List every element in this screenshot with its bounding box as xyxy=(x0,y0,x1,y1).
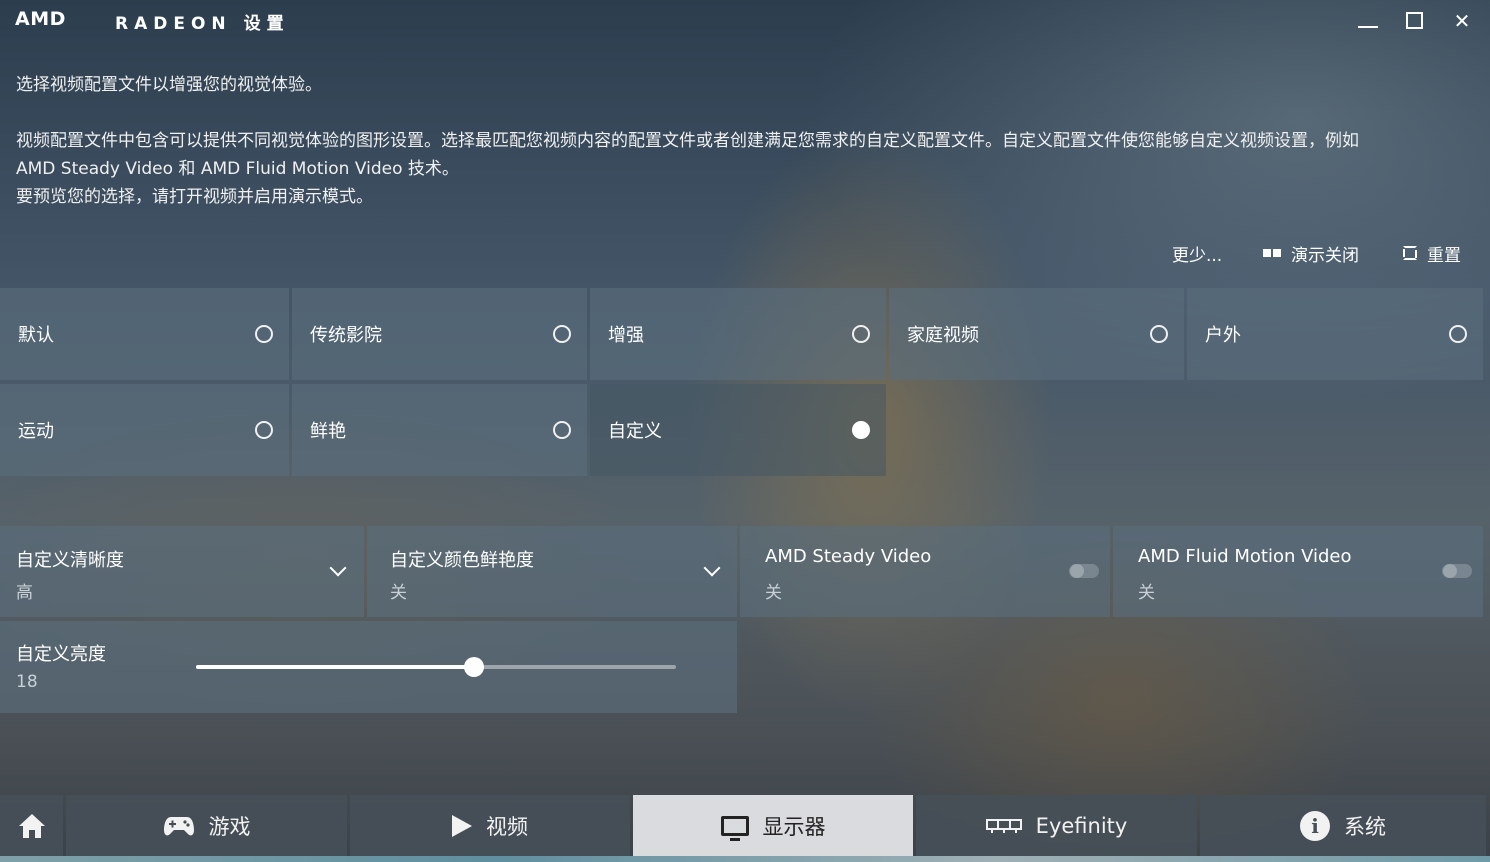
profile-outdoor[interactable]: 户外 xyxy=(1187,288,1483,380)
reset-icon xyxy=(1403,246,1417,260)
info-icon: i xyxy=(1300,811,1330,841)
radio-icon[interactable] xyxy=(553,421,571,439)
demo-mode-label: 演示关闭 xyxy=(1291,245,1359,266)
steady-video-value: 关 xyxy=(765,583,782,603)
description-preview-hint: 要预览您的选择，请打开视频并启用演示模式。 xyxy=(16,187,373,207)
radio-icon[interactable] xyxy=(553,325,571,343)
vividness-label: 自定义颜色鲜艳度 xyxy=(390,550,534,571)
profile-label: 户外 xyxy=(1205,325,1241,346)
profile-label: 运动 xyxy=(18,421,54,442)
home-button[interactable] xyxy=(0,795,63,857)
slider-thumb[interactable] xyxy=(464,657,485,677)
bottom-nav: 游戏 视频 显示器 Eyefinity i 系统 xyxy=(0,795,1490,857)
play-icon xyxy=(452,815,472,837)
profile-label: 增强 xyxy=(608,325,644,346)
brightness-slider[interactable] xyxy=(196,657,676,677)
nav-label: 视频 xyxy=(486,815,528,839)
fluid-motion-label: AMD Fluid Motion Video xyxy=(1138,546,1352,567)
amd-logo: AMD xyxy=(15,8,66,30)
profile-label: 自定义 xyxy=(608,421,662,442)
nav-label: Eyefinity xyxy=(1035,814,1128,838)
nav-label: 游戏 xyxy=(208,815,251,839)
radio-icon[interactable] xyxy=(255,421,273,439)
fluid-motion-toggle[interactable] xyxy=(1442,564,1472,578)
chevron-down-icon[interactable] xyxy=(329,559,347,577)
window-title: 设置 xyxy=(243,14,290,34)
title-bar[interactable]: AMD RADEON 设置 ✕ xyxy=(0,0,1490,42)
profile-label: 默认 xyxy=(18,325,54,346)
description-body: 视频配置文件中包含可以提供不同视觉体验的图形设置。选择最匹配您视频内容的配置文件… xyxy=(16,131,1359,151)
fluid-motion-setting: AMD Fluid Motion Video 关 xyxy=(1113,526,1483,617)
product-name: RADEON xyxy=(115,14,232,34)
monitor-icon xyxy=(720,816,749,841)
maximize-button[interactable] xyxy=(1399,6,1429,36)
reset-button[interactable]: 重置 xyxy=(1403,240,1461,266)
steady-video-toggle[interactable] xyxy=(1069,564,1099,578)
radio-icon[interactable] xyxy=(1150,325,1168,343)
nav-eyefinity[interactable]: Eyefinity xyxy=(916,795,1197,857)
home-icon xyxy=(18,814,45,838)
sharpness-dropdown[interactable]: 自定义清晰度 高 xyxy=(0,526,364,617)
demo-mode-icon xyxy=(1263,249,1281,257)
desktop-strip xyxy=(0,856,1490,862)
nav-gaming[interactable]: 游戏 xyxy=(66,795,347,857)
gamepad-icon xyxy=(163,817,194,836)
profile-label: 鲜艳 xyxy=(310,421,346,442)
profile-cinema[interactable]: 传统影院 xyxy=(292,288,587,380)
close-button[interactable]: ✕ xyxy=(1447,6,1477,36)
profile-enhanced[interactable]: 增强 xyxy=(590,288,886,380)
close-icon: ✕ xyxy=(1453,9,1471,33)
radio-selected-icon[interactable] xyxy=(852,421,870,439)
radio-icon[interactable] xyxy=(1449,325,1467,343)
profile-sports[interactable]: 运动 xyxy=(0,384,289,476)
fluid-motion-value: 关 xyxy=(1138,583,1155,603)
steady-video-setting: AMD Steady Video 关 xyxy=(740,526,1110,617)
profile-custom[interactable]: 自定义 xyxy=(590,384,886,476)
nav-label: 显示器 xyxy=(762,815,826,839)
steady-video-label: AMD Steady Video xyxy=(765,546,932,567)
profile-default[interactable]: 默认 xyxy=(0,288,289,380)
app-title: RADEON 设置 xyxy=(115,9,290,34)
description-body-2: AMD Steady Video 和 AMD Fluid Motion Vide… xyxy=(16,159,459,179)
sharpness-label: 自定义清晰度 xyxy=(16,550,124,571)
profile-label: 家庭视频 xyxy=(907,325,979,346)
vividness-value: 关 xyxy=(390,583,407,603)
minimize-icon xyxy=(1358,26,1378,28)
more-less-button[interactable]: 更少... xyxy=(1172,240,1222,266)
brightness-label: 自定义亮度 xyxy=(16,644,106,665)
nav-label: 系统 xyxy=(1344,815,1386,839)
nav-video[interactable]: 视频 xyxy=(350,795,630,857)
eyefinity-icon xyxy=(985,819,1022,833)
profile-label: 传统影院 xyxy=(310,325,382,346)
demo-mode-button[interactable]: 演示关闭 xyxy=(1263,240,1359,266)
profile-vivid[interactable]: 鲜艳 xyxy=(292,384,587,476)
more-less-label: 更少... xyxy=(1172,245,1223,266)
radio-icon[interactable] xyxy=(255,325,273,343)
brightness-setting: 自定义亮度 18 xyxy=(0,621,737,713)
brightness-value: 18 xyxy=(16,672,38,692)
chevron-down-icon[interactable] xyxy=(703,559,721,577)
minimize-button[interactable] xyxy=(1352,6,1382,36)
reset-label: 重置 xyxy=(1427,245,1461,266)
nav-display[interactable]: 显示器 xyxy=(633,795,913,857)
profile-home-video[interactable]: 家庭视频 xyxy=(889,288,1184,380)
vividness-dropdown[interactable]: 自定义颜色鲜艳度 关 xyxy=(367,526,737,617)
radio-icon[interactable] xyxy=(852,325,870,343)
slider-fill xyxy=(196,665,475,669)
sharpness-value: 高 xyxy=(16,583,33,603)
maximize-icon xyxy=(1406,12,1423,29)
nav-system[interactable]: i 系统 xyxy=(1200,795,1486,857)
description-intro: 选择视频配置文件以增强您的视觉体验。 xyxy=(16,75,322,95)
